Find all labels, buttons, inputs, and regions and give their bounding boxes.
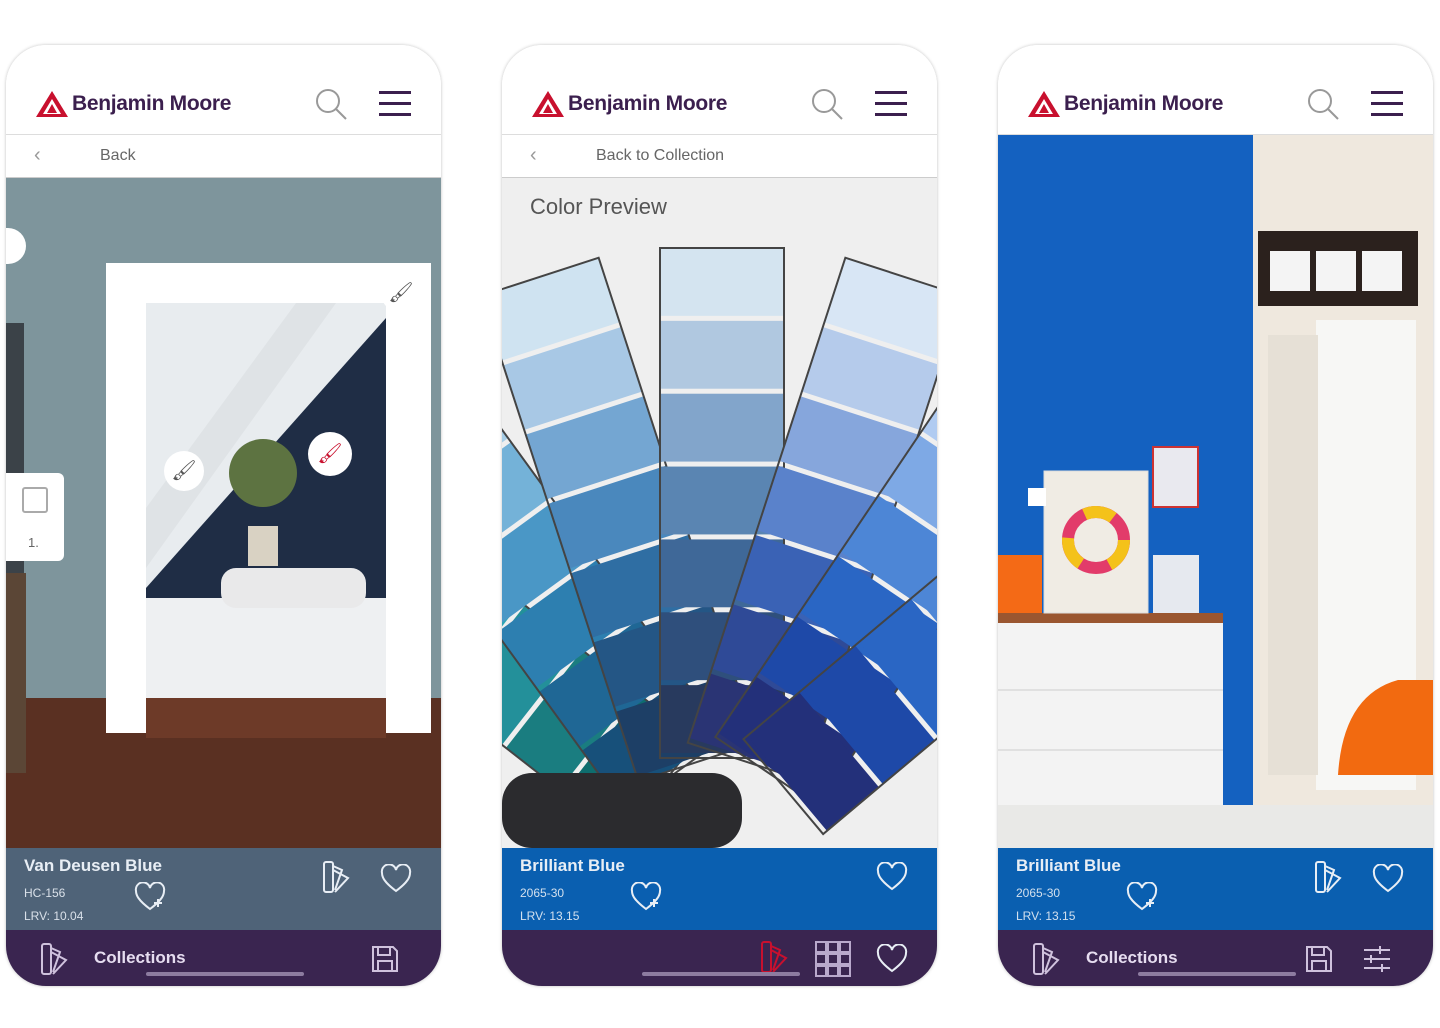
back-button[interactable]: ‹ Back: [6, 135, 441, 178]
layers-icon: [22, 487, 48, 513]
menu-icon[interactable]: [378, 87, 412, 121]
heart-plus-icon[interactable]: [630, 882, 662, 912]
fan-deck-icon[interactable]: [758, 940, 790, 976]
layers-panel[interactable]: 1.: [6, 473, 64, 561]
fan-deck-icon[interactable]: [1030, 942, 1062, 978]
phone-screen-room-visualizer: Benjamin Moore ‹ Back 🖌 🖌 🖌 1. Van Deusen…: [6, 45, 441, 986]
paint-brush-icon[interactable]: 🖌: [381, 273, 421, 313]
room-image: [998, 135, 1433, 848]
collections-button[interactable]: Collections: [1086, 948, 1178, 968]
heart-plus-icon[interactable]: [1126, 882, 1158, 912]
logo-icon: [530, 89, 566, 119]
room-image: 🖌 🖌 🖌 1.: [6, 178, 441, 848]
heart-plus-icon[interactable]: [134, 882, 166, 912]
color-chip[interactable]: [660, 248, 784, 316]
sliders-icon[interactable]: [1362, 944, 1392, 974]
phone-screen-color-preview: Benjamin Moore ‹ Back to Collection Color…: [502, 45, 937, 986]
color-info-panel: Brilliant Blue 2065-30 LRV: 13.15: [998, 848, 1433, 930]
paint-brush-icon[interactable]: 🖌: [164, 451, 204, 491]
screenshots-row: Benjamin Moore ‹ Back 🖌 🖌 🖌 1. Van Deusen…: [0, 0, 1440, 986]
chevron-left-icon: ‹: [34, 144, 41, 166]
app-header: Benjamin Moore: [6, 45, 441, 135]
logo-icon: [1026, 89, 1062, 119]
heart-icon[interactable]: [876, 862, 908, 892]
app-header: Benjamin Moore: [502, 45, 937, 135]
menu-icon[interactable]: [1370, 87, 1404, 121]
menu-icon[interactable]: [874, 87, 908, 121]
fan-deck-icon[interactable]: [320, 860, 352, 896]
search-icon[interactable]: [810, 87, 844, 121]
fan-deck-icon[interactable]: [38, 942, 70, 978]
search-icon[interactable]: [314, 87, 348, 121]
brand-logo[interactable]: Benjamin Moore: [530, 89, 727, 119]
grid-icon[interactable]: [1028, 488, 1046, 506]
paint-brush-icon-active[interactable]: 🖌: [308, 432, 352, 476]
heart-icon[interactable]: [1372, 864, 1404, 894]
search-icon[interactable]: [1306, 87, 1340, 121]
home-indicator: [1138, 972, 1296, 976]
grid-icon[interactable]: [814, 940, 852, 978]
bottom-nav: Collections: [998, 930, 1433, 986]
logo-icon: [34, 89, 70, 119]
heart-icon[interactable]: [380, 864, 412, 894]
color-chip[interactable]: [660, 393, 784, 462]
fan-deck-icon[interactable]: [1312, 860, 1344, 896]
fan-deck-pivot: [502, 773, 742, 848]
collections-button[interactable]: Collections: [94, 948, 186, 968]
brand-logo[interactable]: Benjamin Moore: [34, 89, 231, 119]
bottom-nav: [502, 930, 937, 986]
brand-logo[interactable]: Benjamin Moore: [1026, 89, 1223, 119]
color-info-panel: Van Deusen Blue HC-156 LRV: 10.04: [6, 848, 441, 930]
save-icon[interactable]: [1304, 944, 1334, 974]
save-icon[interactable]: [370, 944, 400, 974]
color-chip[interactable]: [660, 320, 784, 389]
home-indicator: [642, 972, 800, 976]
heart-icon[interactable]: [876, 944, 908, 974]
home-indicator: [146, 972, 304, 976]
chevron-left-icon: ‹: [530, 144, 537, 166]
bottom-nav: Collections: [6, 930, 441, 986]
color-fan-deck: Color Preview: [502, 178, 937, 848]
color-info-panel: Brilliant Blue 2065-30 LRV: 13.15: [502, 848, 937, 930]
phone-screen-room-preview: Benjamin Moore Brilliant Blue 2065-30 LR…: [998, 45, 1433, 986]
app-header: Benjamin Moore: [998, 45, 1433, 135]
back-to-collection-button[interactable]: ‹ Back to Collection: [502, 135, 937, 178]
